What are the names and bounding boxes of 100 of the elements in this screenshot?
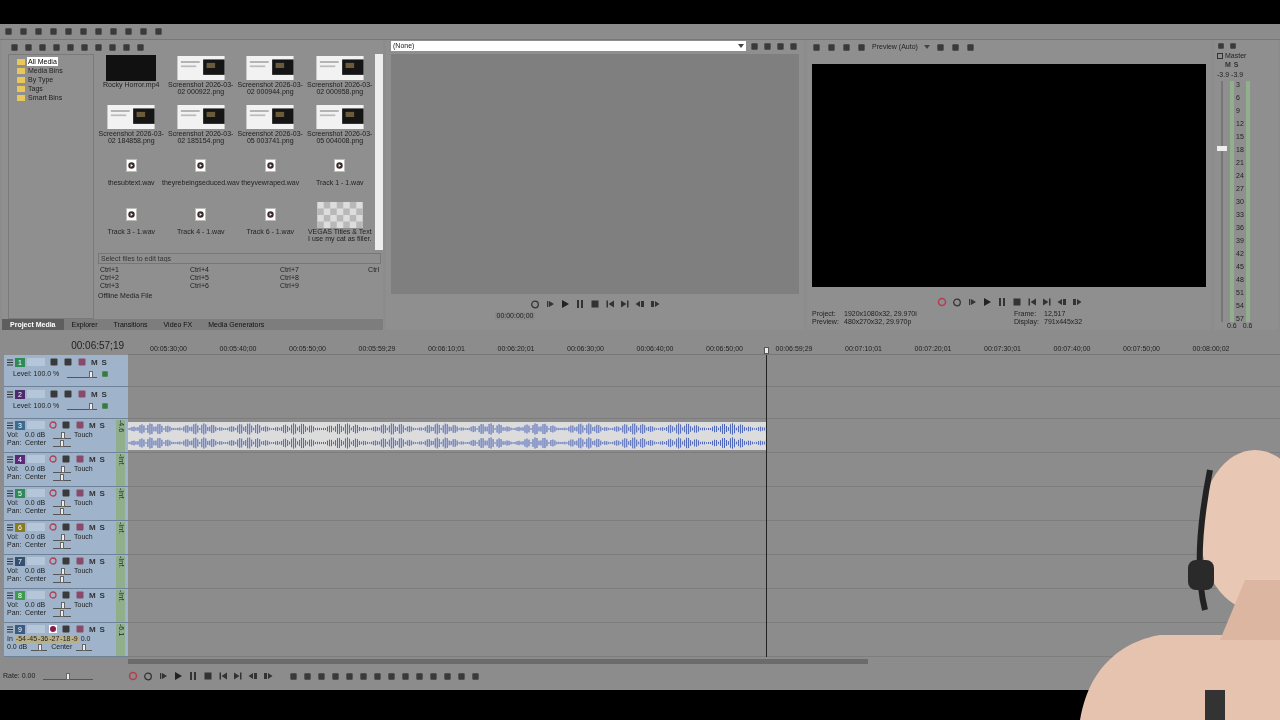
video-thumbnail bbox=[106, 54, 157, 81]
rate-slider[interactable] bbox=[43, 672, 94, 680]
loop-icon[interactable] bbox=[951, 297, 962, 307]
vol-slider[interactable] bbox=[53, 533, 71, 541]
slider-thumb[interactable] bbox=[38, 643, 43, 651]
playhead-handle[interactable] bbox=[764, 347, 770, 354]
slider-thumb[interactable] bbox=[61, 431, 66, 439]
next-frame-icon[interactable] bbox=[650, 299, 660, 309]
collapse-icon[interactable] bbox=[7, 489, 13, 497]
next-frame-icon[interactable] bbox=[1071, 297, 1082, 307]
mute-button[interactable]: M bbox=[90, 357, 98, 367]
loop-icon[interactable] bbox=[143, 671, 153, 681]
caret-icon[interactable] bbox=[923, 45, 930, 49]
pan-slider[interactable] bbox=[76, 643, 93, 651]
slider-thumb[interactable] bbox=[60, 609, 64, 617]
slider-thumb[interactable] bbox=[82, 643, 87, 651]
loop-icon[interactable] bbox=[530, 299, 540, 309]
audio-file-icon bbox=[264, 208, 276, 221]
scrollbar[interactable] bbox=[375, 54, 383, 250]
image-thumbnail bbox=[314, 55, 365, 80]
previous-frame-icon[interactable] bbox=[635, 299, 645, 309]
chevron-down-icon[interactable] bbox=[738, 44, 744, 48]
level-slider[interactable] bbox=[67, 402, 97, 410]
audio-file-icon bbox=[125, 208, 137, 221]
solo-button[interactable]: S bbox=[101, 357, 107, 367]
pause-icon[interactable] bbox=[575, 299, 585, 309]
mute-button[interactable]: M bbox=[90, 389, 98, 399]
pan-slider[interactable] bbox=[53, 439, 71, 447]
timecode: 00:06:57;19 bbox=[71, 338, 124, 353]
slider-thumb[interactable] bbox=[60, 541, 64, 549]
solo-button[interactable]: S bbox=[99, 590, 105, 600]
collapse-icon[interactable] bbox=[7, 421, 13, 429]
record-arm-icon[interactable] bbox=[48, 625, 57, 633]
next-frame-icon[interactable] bbox=[263, 671, 273, 681]
image-thumbnail bbox=[245, 104, 296, 129]
pan-slider[interactable] bbox=[53, 473, 71, 481]
slider-thumb[interactable] bbox=[60, 439, 64, 447]
vol-slider[interactable] bbox=[31, 643, 48, 651]
slider-thumb[interactable] bbox=[61, 533, 66, 541]
mute-button[interactable]: M bbox=[88, 420, 96, 430]
pan-slider[interactable] bbox=[53, 609, 71, 617]
vol-slider[interactable] bbox=[53, 431, 71, 439]
solo-button[interactable]: S bbox=[99, 420, 105, 430]
slider-thumb[interactable] bbox=[61, 567, 66, 575]
solo-button[interactable]: S bbox=[99, 488, 105, 498]
slider-thumb[interactable] bbox=[89, 370, 94, 378]
pan-slider[interactable] bbox=[53, 541, 71, 549]
go-to-end-icon[interactable] bbox=[1041, 297, 1052, 307]
pan-slider[interactable] bbox=[53, 575, 71, 583]
mute-button[interactable]: M bbox=[88, 556, 96, 566]
slider-thumb[interactable] bbox=[89, 402, 94, 410]
slider-thumb[interactable] bbox=[61, 601, 66, 609]
previous-frame-icon[interactable] bbox=[248, 671, 258, 681]
slider-thumb[interactable] bbox=[60, 575, 64, 583]
mute-button[interactable]: M bbox=[88, 624, 96, 634]
audio-clip[interactable] bbox=[128, 422, 767, 450]
audio-file-icon bbox=[125, 159, 137, 172]
mute-button[interactable]: M bbox=[88, 590, 96, 600]
collapse-icon[interactable] bbox=[7, 591, 13, 599]
pause-icon[interactable] bbox=[996, 297, 1007, 307]
solo-button[interactable]: S bbox=[99, 556, 105, 566]
play-from-start-icon[interactable] bbox=[545, 299, 555, 309]
go-to-start-icon[interactable] bbox=[1026, 297, 1037, 307]
mute-button[interactable]: M bbox=[88, 488, 96, 498]
solo-button[interactable]: S bbox=[99, 624, 105, 634]
checkerboard-thumbnail bbox=[314, 201, 365, 228]
vol-slider[interactable] bbox=[53, 465, 71, 473]
play-from-start-icon[interactable] bbox=[158, 671, 168, 681]
collapse-icon[interactable] bbox=[7, 390, 13, 398]
collapse-icon[interactable] bbox=[7, 455, 13, 463]
go-to-start-icon[interactable] bbox=[605, 299, 615, 309]
collapse-icon[interactable] bbox=[7, 358, 13, 366]
slider-thumb[interactable] bbox=[66, 672, 71, 680]
level-slider[interactable] bbox=[67, 370, 97, 378]
vol-slider[interactable] bbox=[53, 499, 71, 507]
go-to-end-icon[interactable] bbox=[620, 299, 630, 309]
mute-button[interactable]: M bbox=[88, 522, 96, 532]
solo-button[interactable]: S bbox=[99, 454, 105, 464]
go-to-end-icon[interactable] bbox=[233, 671, 243, 681]
vol-slider[interactable] bbox=[53, 567, 71, 575]
slider-thumb[interactable] bbox=[61, 465, 66, 473]
previous-frame-icon[interactable] bbox=[1056, 297, 1067, 307]
play-from-start-icon[interactable] bbox=[966, 297, 977, 307]
slider-thumb[interactable] bbox=[60, 507, 64, 515]
vol-slider[interactable] bbox=[53, 601, 71, 609]
audio-file-icon bbox=[195, 159, 207, 172]
go-to-start-icon[interactable] bbox=[218, 671, 228, 681]
master-fader-thumb[interactable] bbox=[1217, 145, 1227, 151]
slider-thumb[interactable] bbox=[60, 473, 64, 481]
solo-button[interactable]: S bbox=[101, 389, 107, 399]
pan-slider[interactable] bbox=[53, 507, 71, 515]
collapse-icon[interactable] bbox=[7, 523, 13, 531]
slider-thumb[interactable] bbox=[61, 499, 66, 507]
horizontal-scrollbar[interactable] bbox=[128, 658, 868, 664]
image-thumbnail bbox=[175, 55, 226, 80]
collapse-icon[interactable] bbox=[7, 625, 13, 633]
pause-icon[interactable] bbox=[188, 671, 198, 681]
solo-button[interactable]: S bbox=[99, 522, 105, 532]
mute-button[interactable]: M bbox=[88, 454, 96, 464]
collapse-icon[interactable] bbox=[7, 557, 13, 565]
